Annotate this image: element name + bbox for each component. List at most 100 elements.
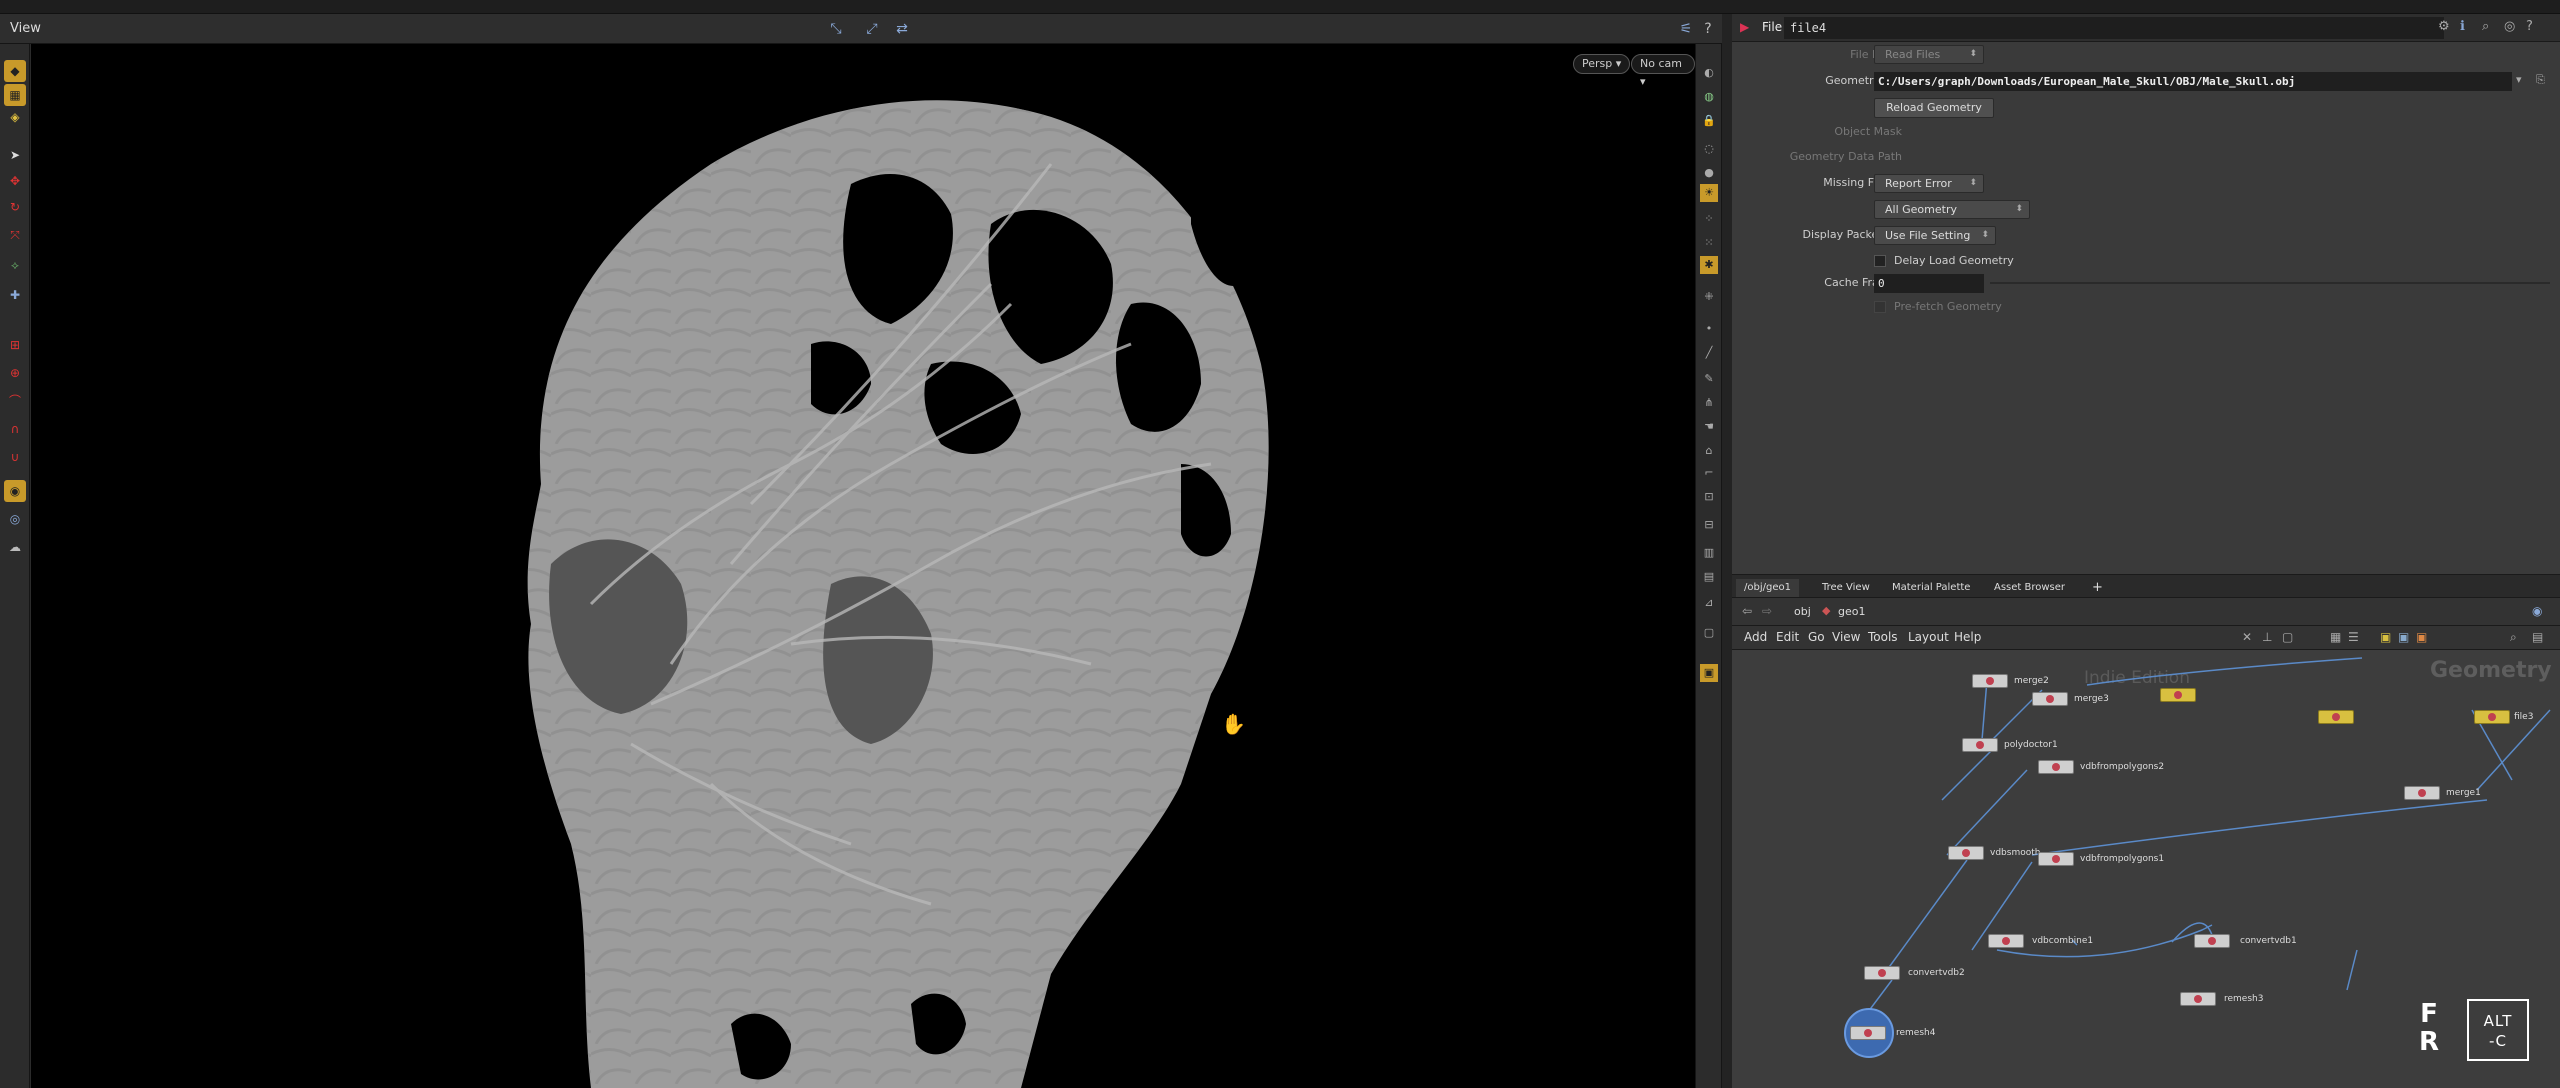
geometry-file-input[interactable]: C:/Users/graph/Downloads/European_Male_S…: [1874, 72, 2512, 91]
bracket-icon[interactable]: ⌐: [1700, 464, 1718, 482]
cache-frames-slider[interactable]: [1990, 282, 2550, 284]
convertvdb1-node[interactable]: [2194, 934, 2230, 948]
help-icon[interactable]: ?: [1698, 20, 1718, 38]
grid-view-icon[interactable]: ▦: [2330, 630, 2341, 644]
display-packed-dropdown[interactable]: Use File Setting ⬍: [1874, 226, 1996, 245]
frame-icon[interactable]: ⊡: [1700, 488, 1718, 506]
tab-tree-view[interactable]: Tree View: [1814, 579, 1878, 597]
box-icon[interactable]: ▢: [2282, 630, 2293, 644]
menu-layout[interactable]: Layout: [1908, 630, 1949, 644]
grid-icon[interactable]: ▥: [1700, 544, 1718, 562]
pose-tool-icon[interactable]: ✚: [4, 284, 26, 306]
geometry-select-icon[interactable]: ▦: [4, 84, 26, 106]
vdbsmooth-node[interactable]: [1948, 846, 1984, 860]
pen-icon[interactable]: ✎: [1700, 370, 1718, 388]
prefetch-checkbox[interactable]: [1874, 301, 1886, 313]
pin-icon[interactable]: ◉: [2532, 604, 2542, 618]
merge1-node[interactable]: [2404, 786, 2440, 800]
arrow-select-icon[interactable]: ➤: [4, 144, 26, 166]
move-tool-icon[interactable]: ✥: [4, 170, 26, 192]
ghost-icon[interactable]: ◍: [1700, 88, 1718, 106]
merge3-node[interactable]: [2032, 692, 2068, 706]
snap-multi-icon[interactable]: ∪: [4, 446, 26, 468]
remesh4-node[interactable]: [1850, 1026, 1886, 1040]
snap-curve-icon[interactable]: ⌒: [4, 390, 26, 412]
convertvdb2-node[interactable]: [1864, 966, 1900, 980]
node-name-field[interactable]: file4: [1784, 17, 2444, 39]
point-display-icon[interactable]: ⁘: [1700, 210, 1718, 228]
menu-help[interactable]: Help: [1954, 630, 1981, 644]
menu-go[interactable]: Go: [1808, 630, 1825, 644]
path-geo1[interactable]: geo1: [1838, 605, 1865, 618]
sphere-icon[interactable]: ●: [1700, 164, 1718, 182]
options-icon[interactable]: ▤: [2532, 630, 2543, 644]
camera-persp-menu[interactable]: Persp ▾: [1573, 54, 1631, 74]
menu-tools[interactable]: Tools: [1868, 630, 1898, 644]
handle-tool-icon[interactable]: ⟡: [4, 254, 26, 276]
color-icon[interactable]: ▣: [2398, 630, 2409, 644]
tab-material-palette[interactable]: Material Palette: [1884, 579, 1978, 597]
select-mode-icon[interactable]: ⤡: [826, 20, 846, 38]
snap-grid-icon[interactable]: ⊞: [4, 334, 26, 356]
display-menu-icon[interactable]: ▢: [1700, 624, 1718, 642]
wrench-icon[interactable]: ✕: [2242, 630, 2252, 644]
3d-viewport[interactable]: Persp ▾ No cam ▾ ✋: [31, 44, 1695, 1088]
cache-frames-input[interactable]: 0: [1874, 274, 1984, 293]
add-tab-icon[interactable]: +: [2084, 579, 2111, 597]
stamp-icon[interactable]: ⌂: [1700, 442, 1718, 460]
forward-arrow-icon[interactable]: ⇨: [1762, 604, 1772, 618]
shape-icon[interactable]: ▣: [2416, 630, 2427, 644]
scale-icon[interactable]: ⊿: [1700, 594, 1718, 612]
prim-number-icon[interactable]: ⁜: [1700, 288, 1718, 306]
pane-splitter[interactable]: [1722, 14, 1732, 1088]
template-icon[interactable]: ⋔: [1700, 394, 1718, 412]
back-arrow-icon[interactable]: ⇦: [1742, 604, 1752, 618]
bg-image-icon[interactable]: ▣: [1700, 664, 1718, 682]
search-icon[interactable]: ⌕: [2482, 19, 2489, 34]
bulb-icon[interactable]: ☀: [1700, 184, 1718, 202]
file3-node[interactable]: [2474, 710, 2510, 724]
settings-icon[interactable]: ◎: [2504, 19, 2515, 34]
lock-icon[interactable]: 🔒: [1700, 112, 1718, 130]
vdbcombine1-node[interactable]: [1988, 934, 2024, 948]
remesh3-node[interactable]: [2180, 992, 2216, 1006]
flipbook-icon[interactable]: ☁: [4, 536, 26, 558]
tab-obj-geo1[interactable]: /obj/geo1: [1736, 579, 1799, 597]
wire-display-icon[interactable]: ✱: [1700, 256, 1718, 274]
missing-frame-dropdown[interactable]: Report Error ⬍: [1874, 174, 1984, 193]
vdbfrompolygons2-node[interactable]: [2038, 760, 2074, 774]
help-icon[interactable]: ?: [2526, 19, 2533, 34]
rotate-tool-icon[interactable]: ↻: [4, 196, 26, 218]
menu-edit[interactable]: Edit: [1776, 630, 1799, 644]
magnet-icon[interactable]: ∩: [4, 418, 26, 440]
yellow-node-1[interactable]: [2160, 688, 2196, 702]
no-cam-menu[interactable]: No cam ▾: [1631, 54, 1695, 88]
load-dropdown[interactable]: All Geometry ⬍: [1874, 200, 2030, 219]
gear-icon[interactable]: ⚙: [2438, 19, 2450, 34]
merge2-node[interactable]: [1972, 674, 2008, 688]
file-browse-icon[interactable]: ⎘: [2536, 73, 2545, 87]
scale-tool-icon[interactable]: ⤧: [4, 224, 26, 246]
info-icon[interactable]: ℹ: [2460, 19, 2465, 34]
dynamics-select-icon[interactable]: ◈: [4, 106, 26, 128]
path-obj[interactable]: obj: [1794, 605, 1811, 618]
display-shading-icon[interactable]: ◐: [1700, 64, 1718, 82]
reload-geometry-button[interactable]: Reload Geometry: [1874, 98, 1994, 118]
home-icon[interactable]: ⊟: [1700, 516, 1718, 534]
view-tool-icon[interactable]: ◉: [4, 480, 26, 502]
render-region-icon[interactable]: ◎: [4, 508, 26, 530]
menu-view[interactable]: View: [1832, 630, 1860, 644]
zoom-icon[interactable]: ⌕: [2510, 630, 2517, 645]
normal-display-icon[interactable]: ⁙: [1700, 234, 1718, 252]
snap-point-icon[interactable]: ⊕: [4, 362, 26, 384]
vdbfrompolygons1-node[interactable]: [2038, 852, 2074, 866]
wireframe-icon[interactable]: ▤: [1700, 568, 1718, 586]
light-icon[interactable]: ◌: [1700, 140, 1718, 158]
dropdown-arrow-icon[interactable]: ▾: [2516, 73, 2522, 86]
flag-icon[interactable]: ▣: [2380, 630, 2391, 644]
transform-icon[interactable]: ⇄: [892, 20, 912, 38]
hand-icon[interactable]: ☚: [1700, 418, 1718, 436]
object-select-icon[interactable]: ◆: [4, 60, 26, 82]
file-mode-dropdown[interactable]: Read Files ⬍: [1874, 45, 1984, 64]
vertex-icon[interactable]: •: [1700, 320, 1718, 338]
